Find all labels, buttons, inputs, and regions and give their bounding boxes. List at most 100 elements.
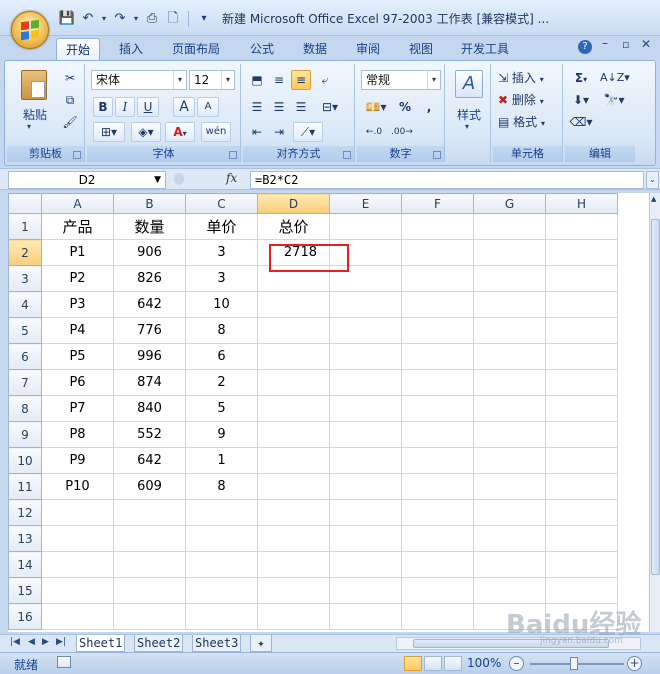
row-header[interactable]: 2 — [8, 239, 42, 266]
normal-view-icon[interactable] — [404, 656, 422, 671]
find-select-icon[interactable]: 🔭▾ — [599, 90, 629, 110]
tab-developer[interactable]: 开发工具 — [452, 38, 518, 61]
font-size-combo[interactable]: 12 ▾ — [189, 70, 235, 90]
cell[interactable] — [401, 317, 474, 344]
cut-icon[interactable]: ✂ — [59, 68, 81, 88]
select-all-corner[interactable] — [8, 193, 42, 214]
percent-button[interactable]: % — [395, 97, 415, 117]
cell[interactable]: P6 — [41, 369, 114, 396]
cell[interactable] — [41, 603, 114, 630]
fill-icon[interactable]: ⬇▾ — [567, 90, 595, 110]
cell[interactable] — [329, 265, 402, 292]
cell[interactable] — [329, 395, 402, 422]
minimize-icon[interactable]: – — [602, 36, 608, 50]
cell[interactable]: 642 — [113, 447, 186, 474]
alignment-launcher-icon[interactable] — [343, 151, 351, 159]
cell[interactable] — [41, 499, 114, 526]
page-layout-view-icon[interactable] — [424, 656, 442, 671]
cell[interactable] — [401, 603, 474, 630]
save-icon[interactable]: 💾 — [58, 10, 76, 28]
cell[interactable] — [545, 447, 618, 474]
format-painter-icon[interactable]: 🖌 — [59, 112, 81, 132]
selected-cell-d2[interactable]: 2718 — [257, 239, 330, 266]
paste-button[interactable]: 粘贴 — [13, 106, 57, 123]
fill-color-button[interactable]: ◈▾ — [131, 122, 161, 142]
increase-indent-icon[interactable]: ⇥ — [269, 122, 289, 142]
cell[interactable] — [401, 343, 474, 370]
row-header[interactable]: 15 — [8, 577, 42, 604]
cell[interactable] — [401, 291, 474, 318]
cell[interactable] — [545, 421, 618, 448]
font-color-button[interactable]: A▾ — [165, 122, 195, 142]
cell[interactable] — [545, 577, 618, 604]
styles-button[interactable]: 样式 — [451, 106, 487, 123]
align-bottom-icon[interactable]: ≡ — [291, 70, 311, 90]
decrease-decimal-icon[interactable]: .00→ — [389, 122, 415, 142]
cell[interactable] — [473, 525, 546, 552]
cell[interactable] — [545, 525, 618, 552]
align-left-icon[interactable]: ☰ — [247, 97, 267, 117]
cell[interactable] — [473, 551, 546, 578]
cell[interactable] — [329, 317, 402, 344]
cell[interactable] — [185, 551, 258, 578]
cell[interactable] — [257, 317, 330, 344]
column-header-h[interactable]: H — [545, 193, 618, 214]
cell[interactable]: 5 — [185, 395, 258, 422]
comma-button[interactable]: , — [419, 97, 439, 117]
styles-dropdown-icon[interactable]: ▾ — [465, 122, 469, 131]
align-center-icon[interactable]: ☰ — [269, 97, 289, 117]
cell[interactable] — [545, 343, 618, 370]
cell[interactable] — [113, 499, 186, 526]
delete-cells-button[interactable]: ✖ 删除 ▾ — [495, 90, 559, 110]
row-header[interactable]: 6 — [8, 343, 42, 370]
cell[interactable]: 6 — [185, 343, 258, 370]
cell[interactable] — [545, 551, 618, 578]
chevron-down-icon[interactable]: ▼ — [154, 172, 161, 188]
cell[interactable] — [41, 551, 114, 578]
merge-center-icon[interactable]: ⊟▾ — [315, 97, 345, 117]
sheet-tab-sheet1[interactable]: Sheet1 — [76, 635, 126, 652]
chevron-down-icon[interactable]: ▾ — [427, 71, 440, 89]
cell[interactable] — [401, 447, 474, 474]
cell[interactable]: P2 — [41, 265, 114, 292]
row-header[interactable]: 13 — [8, 525, 42, 552]
cell[interactable]: 906 — [113, 239, 186, 266]
underline-button[interactable]: U — [137, 97, 159, 117]
cell[interactable] — [329, 421, 402, 448]
cell[interactable] — [473, 213, 546, 240]
format-cells-button[interactable]: ▤ 格式 ▾ — [495, 112, 559, 132]
phonetic-button[interactable]: wén — [201, 122, 231, 142]
cell[interactable] — [113, 577, 186, 604]
cell[interactable] — [257, 291, 330, 318]
cell[interactable]: 826 — [113, 265, 186, 292]
font-name-combo[interactable]: 宋体 ▾ — [91, 70, 187, 90]
cell[interactable]: P1 — [41, 239, 114, 266]
chevron-down-icon[interactable]: ▾ — [173, 71, 186, 89]
close-icon[interactable]: ✕ — [641, 37, 651, 51]
cell[interactable] — [473, 265, 546, 292]
cell[interactable] — [257, 577, 330, 604]
cell[interactable]: P8 — [41, 421, 114, 448]
cell[interactable] — [401, 239, 474, 266]
cell[interactable] — [329, 603, 402, 630]
cell[interactable] — [329, 447, 402, 474]
insert-function-button[interactable]: fx — [226, 171, 237, 185]
cell[interactable] — [113, 525, 186, 552]
row-header[interactable]: 16 — [8, 603, 42, 630]
cell[interactable]: 609 — [113, 473, 186, 500]
zoom-slider-thumb[interactable] — [570, 657, 578, 670]
cell[interactable] — [257, 343, 330, 370]
vertical-scroll-thumb[interactable] — [651, 219, 660, 575]
formula-input[interactable]: =B2*C2 — [250, 171, 644, 189]
cell[interactable]: 996 — [113, 343, 186, 370]
cell[interactable] — [329, 499, 402, 526]
cell[interactable] — [473, 421, 546, 448]
column-header-c[interactable]: C — [185, 193, 258, 214]
cell[interactable] — [473, 395, 546, 422]
cell[interactable] — [473, 291, 546, 318]
sheet-tab-sheet3[interactable]: Sheet3 — [192, 635, 242, 652]
scroll-up-icon[interactable]: ▲ — [651, 195, 656, 203]
font-launcher-icon[interactable] — [229, 151, 237, 159]
cell[interactable] — [257, 421, 330, 448]
cell[interactable] — [401, 577, 474, 604]
